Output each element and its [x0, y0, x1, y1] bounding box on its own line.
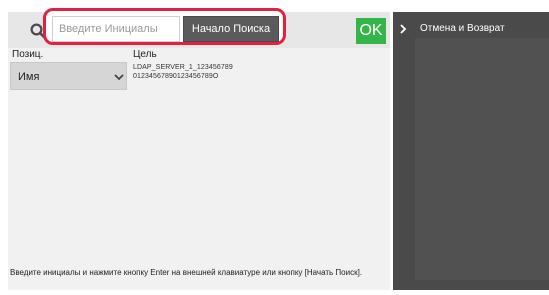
position-select[interactable]: Имя	[10, 62, 127, 90]
chevron-down-icon	[114, 74, 124, 81]
ok-button[interactable]: OK	[356, 18, 386, 44]
column-header-target: Цель	[133, 49, 157, 60]
cancel-and-return-button[interactable]: Отмена и Возврат	[420, 23, 505, 34]
position-select-value: Имя	[18, 71, 40, 83]
screen: Начало Поиска OK Позиц. Цель Имя LDAP_SE…	[0, 0, 549, 295]
sidebar-panel	[415, 38, 549, 280]
chevron-right-icon	[400, 24, 407, 34]
target-server-name: LDAP_SERVER_1_123456789	[133, 64, 233, 71]
search-input[interactable]	[52, 16, 180, 42]
instruction-text: Введите инициалы и нажмите кнопку Enter …	[10, 268, 363, 277]
start-search-button[interactable]: Начало Поиска	[183, 16, 279, 42]
main-panel	[8, 12, 390, 290]
column-header-position: Позиц.	[12, 49, 44, 60]
target-server-id: 01234567890123456789O	[133, 73, 219, 80]
